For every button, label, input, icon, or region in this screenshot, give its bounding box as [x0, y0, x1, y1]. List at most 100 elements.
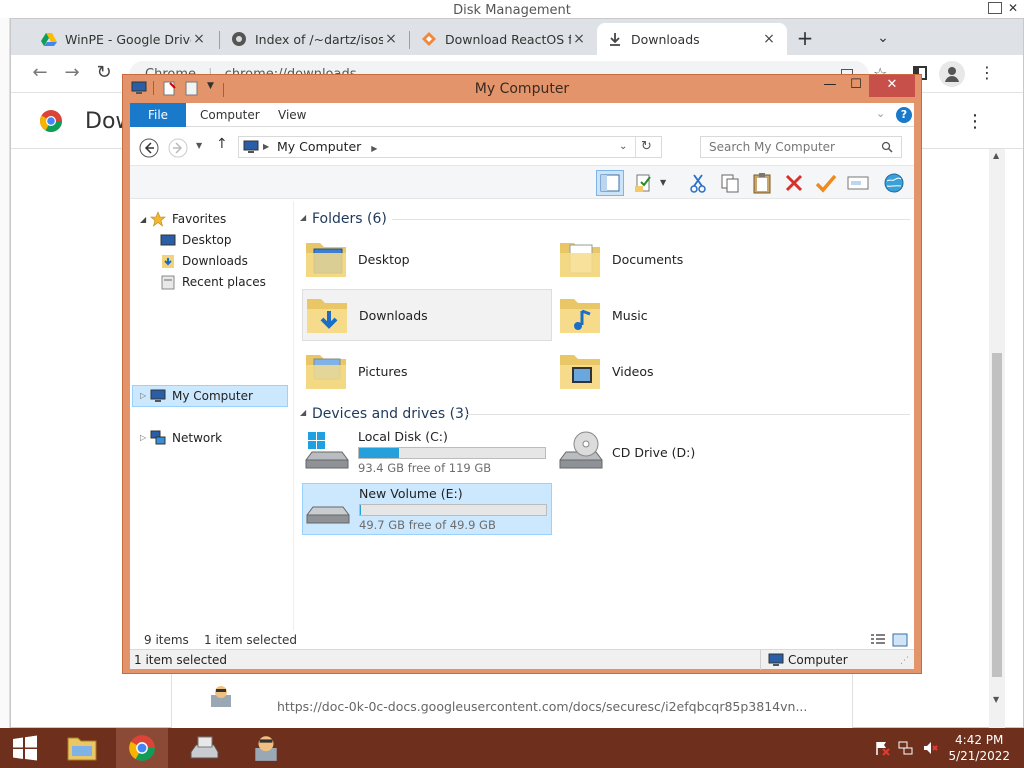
bg-close-icon[interactable]: ✕: [1008, 1, 1018, 15]
background-window-edge: [0, 18, 10, 728]
ribbon-tab-computer[interactable]: Computer: [186, 103, 274, 127]
explorer-title: My Computer: [474, 81, 570, 97]
tab-separator: [409, 31, 410, 49]
back-button-icon[interactable]: [139, 138, 159, 158]
reload-icon[interactable]: ↻: [91, 61, 117, 87]
up-arrow-icon[interactable]: ↑: [216, 136, 228, 152]
nav-desktop[interactable]: Desktop: [160, 230, 232, 250]
cut-button[interactable]: [684, 170, 712, 196]
nav-my-computer[interactable]: My Computer: [150, 386, 253, 406]
expand-my-computer-icon[interactable]: ▷: [140, 391, 146, 400]
scroll-down-icon[interactable]: ▼: [993, 695, 999, 704]
tab-downloads[interactable]: Downloads ×: [597, 23, 787, 55]
properties-icon: [635, 174, 651, 192]
ribbon-expand-icon[interactable]: ⌄: [876, 107, 885, 120]
chrome-menu-icon[interactable]: ⋮: [979, 63, 995, 82]
folder-videos[interactable]: Videos: [556, 345, 806, 397]
scroll-up-icon[interactable]: ▲: [993, 151, 999, 160]
network-globe-button[interactable]: [880, 170, 908, 196]
explorer-body: File Computer View ⌄ ? ▼ ↑ ▶ My Computer…: [130, 103, 914, 670]
start-button[interactable]: [0, 728, 50, 768]
tab-close-icon[interactable]: ×: [571, 31, 587, 47]
nav-favorites[interactable]: Favorites: [150, 209, 226, 229]
ribbon-tab-view[interactable]: View: [264, 103, 320, 127]
taskbar-chrome[interactable]: [116, 728, 168, 768]
help-icon[interactable]: ?: [896, 107, 912, 123]
drive-info: Local Disk (C:) 93.4 GB free of 119 GB: [358, 429, 546, 475]
folder-pictures[interactable]: Pictures: [302, 345, 552, 397]
devices-group-header[interactable]: Devices and drives (3): [312, 404, 469, 424]
downloads-menu-icon[interactable]: ⋮: [966, 111, 984, 132]
properties-dropdown-icon[interactable]: ▼: [660, 178, 666, 187]
breadcrumb-arrow-icon[interactable]: ▶: [371, 144, 377, 153]
bg-restore-icon[interactable]: [988, 2, 1002, 14]
refresh-icon[interactable]: ↻: [641, 137, 652, 157]
tab-close-icon[interactable]: ×: [383, 31, 399, 47]
select-button[interactable]: [812, 170, 840, 196]
folders-group-header[interactable]: Folders (6): [312, 209, 387, 229]
copy-button[interactable]: [716, 170, 744, 196]
forward-arrow-icon[interactable]: →: [59, 61, 85, 87]
group-divider: [392, 219, 910, 220]
nav-recent-places[interactable]: Recent places: [160, 272, 266, 292]
collapse-devices-icon[interactable]: ◢: [300, 408, 306, 417]
tab-index-of-dartz[interactable]: Index of /~dartz/isos/ ×: [221, 23, 409, 55]
page-scrollbar-thumb[interactable]: [992, 353, 1002, 677]
drive-usage-fill: [360, 505, 361, 515]
taskbar-file-explorer[interactable]: [56, 728, 108, 768]
expand-network-icon[interactable]: ▷: [140, 433, 146, 442]
rename-button[interactable]: [844, 170, 872, 196]
forward-button-icon[interactable]: [168, 138, 188, 158]
recent-locations-icon[interactable]: ▼: [196, 141, 202, 150]
paste-button[interactable]: [748, 170, 776, 196]
nav-network[interactable]: Network: [150, 428, 222, 448]
back-arrow-icon[interactable]: ←: [27, 61, 53, 87]
delete-button[interactable]: [780, 170, 808, 196]
profile-avatar[interactable]: [939, 61, 965, 87]
taskbar-app[interactable]: [240, 728, 292, 768]
details-view-icon[interactable]: [870, 633, 886, 647]
folder-desktop[interactable]: Desktop: [302, 233, 552, 285]
tile-label: Desktop: [358, 251, 410, 267]
tab-winpe-google-drive[interactable]: WinPE - Google Drive ×: [31, 23, 217, 55]
volume-muted-icon[interactable]: [922, 740, 938, 756]
breadcrumb-arrow-icon[interactable]: ▶: [263, 137, 269, 157]
explorer-titlebar[interactable]: ▼ My Computer — ☐ ✕: [123, 75, 921, 103]
collapse-folders-icon[interactable]: ◢: [300, 213, 306, 222]
folder-downloads[interactable]: Downloads: [302, 289, 552, 341]
network-tray-icon[interactable]: [898, 740, 914, 756]
drive-cd-d[interactable]: CD Drive (D:): [556, 427, 806, 477]
new-tab-button[interactable]: +: [791, 25, 819, 53]
drive-new-volume-e[interactable]: New Volume (E:) 49.7 GB free of 49.9 GB: [302, 483, 552, 535]
tab-download-reactos[interactable]: Download ReactOS from ×: [411, 23, 597, 55]
minimize-button[interactable]: —: [817, 75, 843, 97]
large-icons-view-icon[interactable]: [892, 633, 908, 647]
download-icon: [610, 33, 620, 46]
nav-downloads[interactable]: Downloads: [160, 251, 248, 271]
address-bar[interactable]: ▶ My Computer ▶ ⌄ ↻: [238, 136, 662, 158]
preview-pane-button[interactable]: [596, 170, 624, 196]
tab-close-icon[interactable]: ×: [191, 31, 207, 47]
tab-close-icon[interactable]: ×: [761, 31, 777, 47]
search-icon[interactable]: [881, 141, 893, 153]
ribbon-tab-file[interactable]: File: [130, 103, 186, 127]
maximize-button[interactable]: ☐: [843, 75, 869, 97]
tab-search-button[interactable]: ⌄: [871, 27, 895, 51]
taskbar-disk-management[interactable]: [178, 728, 230, 768]
collapse-favorites-icon[interactable]: ◢: [140, 215, 146, 224]
action-center-flag-icon[interactable]: [874, 740, 890, 756]
app-icon: [255, 736, 277, 761]
properties-button[interactable]: [630, 170, 658, 196]
resize-grip-icon[interactable]: ⋰: [900, 656, 909, 666]
drive-local-disk-c[interactable]: Local Disk (C:) 93.4 GB free of 119 GB: [302, 427, 552, 477]
folder-music[interactable]: Music: [556, 289, 806, 341]
close-button[interactable]: ✕: [869, 75, 915, 97]
tile-label: Pictures: [358, 363, 408, 379]
clock[interactable]: 4:42 PM 5/21/2022: [948, 732, 1010, 764]
download-url[interactable]: https://doc-0k-0c-docs.googleusercontent…: [277, 699, 807, 714]
tile-label: CD Drive (D:): [612, 444, 696, 460]
folder-documents[interactable]: Documents: [556, 233, 806, 285]
tile-label: Music: [612, 307, 648, 323]
search-input[interactable]: Search My Computer: [700, 136, 902, 158]
address-dropdown-icon[interactable]: ⌄: [619, 137, 627, 157]
